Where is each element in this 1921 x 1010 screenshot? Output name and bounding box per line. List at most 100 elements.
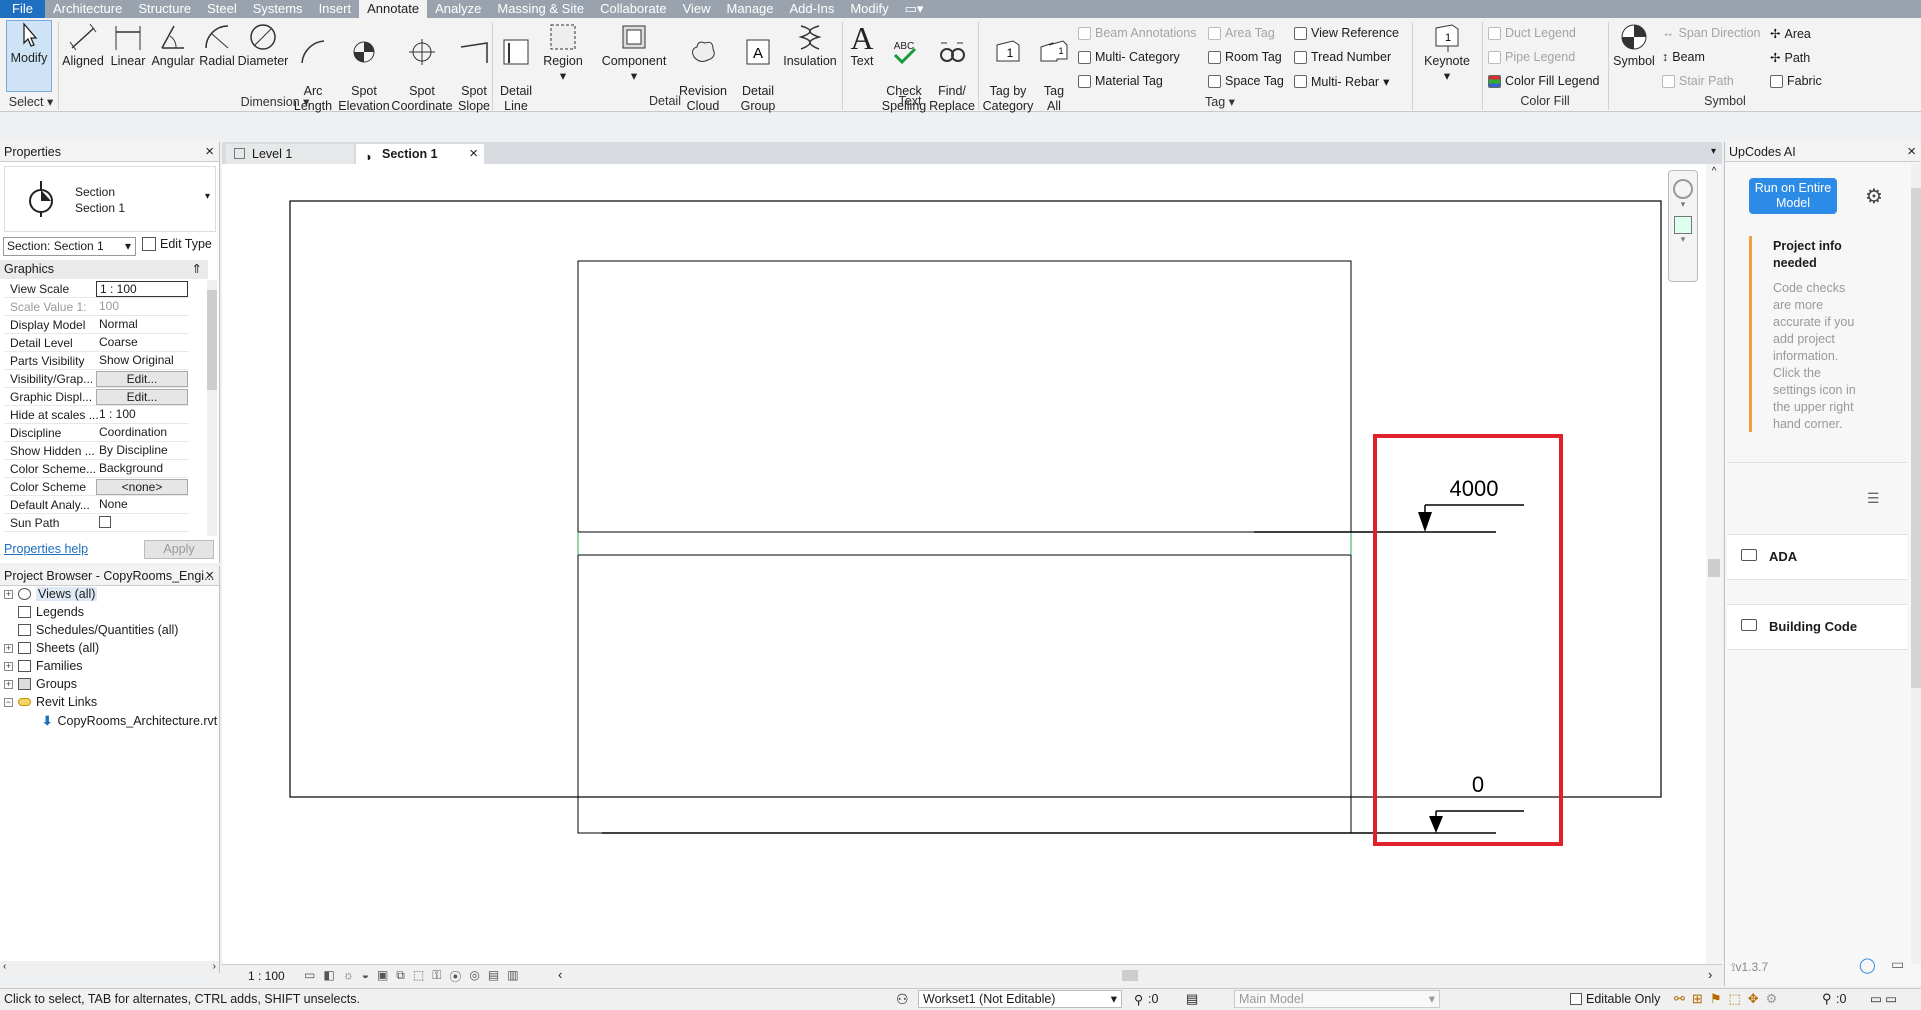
tree-link-file[interactable]: ⬇ CopyRooms_Architecture.rvt [42,713,217,729]
space-tag-button[interactable]: Space Tag [1208,74,1284,88]
multi-rebar-button[interactable]: Multi- Rebar ▾ [1294,74,1389,89]
tread-number-button[interactable]: Tread Number [1294,50,1391,64]
editing-requests-icon[interactable]: ▤ [1186,991,1198,1007]
detail-group-button[interactable]: A Detail Group [732,22,784,114]
context-toggle-icon[interactable]: ▭▾ [897,0,932,18]
angular-dimension-button[interactable]: Angular [150,22,196,69]
prop-color-scheme[interactable]: Color Scheme <none> [4,478,189,496]
prop-default-analysis[interactable]: Default Analy... None [4,496,189,514]
filter-icon[interactable]: ⚲ [1822,991,1832,1007]
beam-annotations-button[interactable]: Beam Annotations [1078,26,1196,40]
steering-wheel-icon[interactable] [1673,179,1693,199]
type-selector[interactable]: Section Section 1 ▾ [4,166,216,232]
tab-systems[interactable]: Systems [245,0,311,18]
prop-graphic-display[interactable]: Graphic Displ... Edit... [4,388,189,406]
tag-group-label[interactable]: Tag ▾ [1180,94,1260,109]
material-tag-button[interactable]: Material Tag [1078,74,1163,88]
color-fill-legend-button[interactable]: Color Fill Legend [1488,74,1600,88]
prop-hide-at-scales[interactable]: Hide at scales ... 1 : 100 [4,406,189,424]
tab-collaborate[interactable]: Collaborate [592,0,675,18]
area-tag-button[interactable]: Area Tag [1208,26,1275,40]
text-button[interactable]: A Text [844,22,880,69]
analytical-icon[interactable]: ▤ [488,968,499,985]
tab-modify[interactable]: Modify [842,0,896,18]
symbol-button[interactable]: Symbol [1610,22,1658,69]
help-icon[interactable]: ▭ [1891,956,1904,973]
tree-revit-links[interactable]: − Revit Links [4,695,97,709]
detail-line-button[interactable]: Detail Line [494,22,538,114]
select-underlay-icon[interactable]: ⊞ [1692,991,1703,1007]
prop-color-scheme-location[interactable]: Color Scheme... Background [4,460,189,478]
highlight-displacement-icon[interactable]: ▥ [507,968,518,985]
component-button[interactable]: Component ▾ [596,22,672,84]
tab-steel[interactable]: Steel [199,0,245,18]
status-extra-icons[interactable]: ▭ ▭ [1870,991,1897,1006]
edit-type-button[interactable]: Edit Type [142,237,212,251]
folder-ada[interactable]: ADA [1727,534,1907,580]
unlock-3d-icon[interactable]: ⚿ [432,968,441,985]
drawing-canvas[interactable]: 4000 0 ▾ ▾ ^ [222,164,1722,964]
show-crop-icon[interactable]: ⬚ [413,968,424,985]
sun-path-icon[interactable]: ☼ [343,968,354,985]
canvas-hscroll-thumb[interactable] [1122,970,1138,981]
folder-building-code[interactable]: Building Code [1727,604,1907,650]
tree-families[interactable]: + Families [4,659,83,673]
temp-hide-icon[interactable]: ⦿ [449,968,461,985]
properties-close-icon[interactable]: × [205,143,214,161]
chat-icon[interactable]: ◯ [1859,956,1876,974]
prop-show-hidden[interactable]: Show Hidden ... By Discipline [4,442,189,460]
room-tag-button[interactable]: Room Tag [1208,50,1282,64]
beam-symbol-button[interactable]: ↕ Beam [1662,50,1705,64]
view-scale-control[interactable]: 1 : 100 [248,969,285,983]
select-pinned-icon[interactable]: ⚑ [1710,991,1722,1007]
tab-insert[interactable]: Insert [311,0,360,18]
tab-architecture[interactable]: Architecture [45,0,130,18]
sun-path-checkbox[interactable] [99,516,111,528]
detail-level-icon[interactable]: ▭ [304,968,315,985]
tree-views[interactable]: + Views (all) [4,587,98,601]
tab-view[interactable]: View [675,0,719,18]
spot-elevation-0[interactable] [1429,810,1524,833]
view-reference-button[interactable]: View Reference [1294,26,1399,40]
background-processes-icon[interactable]: ⚙ [1766,991,1778,1007]
design-option-selector[interactable]: Main Model ▾ [1234,990,1440,1008]
project-browser-close-icon[interactable]: × [205,567,214,585]
upcodes-close-icon[interactable]: × [1907,143,1916,161]
linear-dimension-button[interactable]: Linear [108,22,148,69]
settings-gear-icon[interactable]: ⚙ [1865,184,1883,209]
aligned-dimension-button[interactable]: Aligned [60,22,106,69]
tab-section-1[interactable]: ◑ Section 1 × [356,144,484,164]
tab-close-icon[interactable]: × [469,144,478,164]
select-by-face-icon[interactable]: ⬚ [1728,991,1740,1007]
visual-style-icon[interactable]: ◧ [323,968,334,985]
zoom-icon[interactable] [1674,216,1692,234]
dimension-group-label[interactable]: Dimension ▾ [220,94,330,109]
worksets-icon[interactable]: ⚇ [896,991,909,1008]
tree-groups[interactable]: + Groups [4,677,77,691]
tab-level-1[interactable]: Level 1 [226,144,354,164]
spot-elevation-4000[interactable] [1418,504,1524,532]
file-menu[interactable]: File [0,0,45,18]
run-entire-model-button[interactable]: Run on Entire Model [1749,178,1837,214]
browser-hscrollbar[interactable]: ‹ › [0,961,219,973]
multi-category-tag-button[interactable]: Multi- Category [1078,50,1180,64]
tree-sheets[interactable]: + Sheets (all) [4,641,99,655]
instance-selector[interactable]: Section: Section 1 ▾ [3,237,136,256]
properties-scrollbar[interactable] [207,280,217,536]
modify-button[interactable]: Modify [6,20,52,92]
editable-only-toggle[interactable]: Editable Only [1570,992,1660,1006]
drag-elements-icon[interactable]: ✥ [1748,991,1759,1007]
properties-help-link[interactable]: Properties help [4,542,88,556]
tag-all-button[interactable]: 1 Tag All [1034,22,1074,114]
diameter-dimension-button[interactable]: Diameter [236,22,290,69]
tag-by-category-button[interactable]: 1 Tag by Category [980,22,1036,114]
radial-dimension-button[interactable]: Radial [198,22,236,69]
pipe-legend-button[interactable]: Pipe Legend [1488,50,1575,64]
upcodes-scrollbar[interactable] [1911,164,1921,964]
span-direction-button[interactable]: ↔ Span Direction [1662,26,1761,40]
workset-selector[interactable]: Workset1 (Not Editable) ▾ [918,990,1122,1008]
tab-add-ins[interactable]: Add-Ins [782,0,843,18]
insulation-button[interactable]: Insulation [780,22,840,69]
keynote-button[interactable]: 1 Keynote ▾ [1414,22,1480,84]
prop-sun-path[interactable]: Sun Path [4,514,189,532]
